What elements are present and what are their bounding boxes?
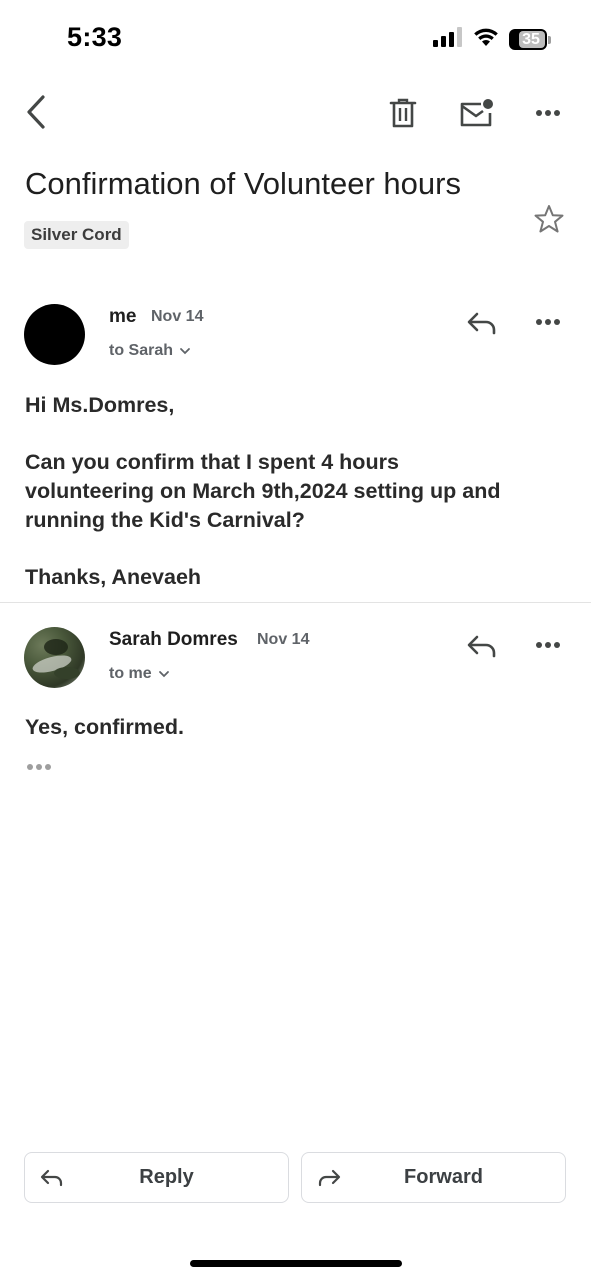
more-icon bbox=[536, 110, 560, 116]
mark-unread-icon bbox=[460, 99, 493, 127]
mark-unread-button[interactable] bbox=[456, 94, 498, 132]
recipient-text: to Sarah bbox=[109, 342, 174, 359]
email-subject: Confirmation of Volunteer hours bbox=[25, 166, 461, 201]
reply-action-button[interactable]: Reply bbox=[24, 1152, 289, 1203]
recipient-line[interactable]: to me bbox=[109, 665, 170, 683]
reply-button[interactable] bbox=[462, 305, 502, 341]
message-body-line: volunteering on March 9th,2024 setting u… bbox=[25, 479, 501, 503]
delete-button[interactable] bbox=[384, 94, 422, 132]
message-divider bbox=[0, 602, 591, 603]
signal-icon bbox=[433, 27, 463, 52]
reply-button[interactable] bbox=[462, 628, 502, 664]
back-button[interactable] bbox=[18, 92, 54, 132]
back-icon bbox=[27, 95, 45, 129]
star-icon bbox=[534, 205, 564, 233]
message-body-signoff: Thanks, Anevaeh bbox=[25, 565, 202, 589]
show-trimmed-content-button[interactable] bbox=[24, 758, 54, 776]
reply-icon bbox=[39, 1166, 65, 1190]
sender-name: me bbox=[109, 306, 137, 327]
message-body-line: Can you confirm that I spent 4 hours bbox=[25, 450, 399, 474]
recipient-line[interactable]: to Sarah bbox=[109, 342, 191, 360]
sender-name: Sarah Domres bbox=[109, 629, 238, 650]
message-body-line: running the Kid's Carnival? bbox=[25, 508, 305, 532]
wifi-icon bbox=[473, 27, 499, 52]
message-date: Nov 14 bbox=[151, 308, 204, 325]
more-icon bbox=[536, 319, 560, 325]
message-body-text: Yes, confirmed. bbox=[25, 715, 184, 739]
reply-icon bbox=[467, 312, 496, 335]
chevron-down-icon bbox=[180, 348, 190, 355]
more-icon bbox=[536, 642, 560, 648]
battery-icon: 35 bbox=[509, 29, 551, 50]
more-options-button[interactable] bbox=[528, 98, 568, 128]
battery-level: 35 bbox=[522, 31, 540, 48]
home-indicator[interactable] bbox=[190, 1260, 402, 1267]
avatar[interactable] bbox=[24, 627, 85, 688]
reply-icon bbox=[467, 635, 496, 658]
label-chip[interactable]: Silver Cord bbox=[24, 221, 129, 249]
star-button[interactable] bbox=[530, 200, 568, 238]
forward-action-button[interactable]: Forward bbox=[301, 1152, 566, 1203]
message-more-button[interactable] bbox=[528, 307, 568, 337]
forward-icon bbox=[316, 1166, 342, 1190]
status-time: 5:33 bbox=[67, 22, 123, 52]
status-icons: 35 bbox=[433, 27, 551, 52]
trash-icon bbox=[389, 98, 417, 128]
recipient-text: to me bbox=[109, 665, 152, 682]
message-body-greeting: Hi Ms.Domres, bbox=[25, 393, 175, 417]
message-more-button[interactable] bbox=[528, 630, 568, 660]
chevron-down-icon bbox=[158, 671, 169, 678]
message-date: Nov 14 bbox=[257, 631, 310, 648]
avatar[interactable] bbox=[24, 304, 85, 365]
